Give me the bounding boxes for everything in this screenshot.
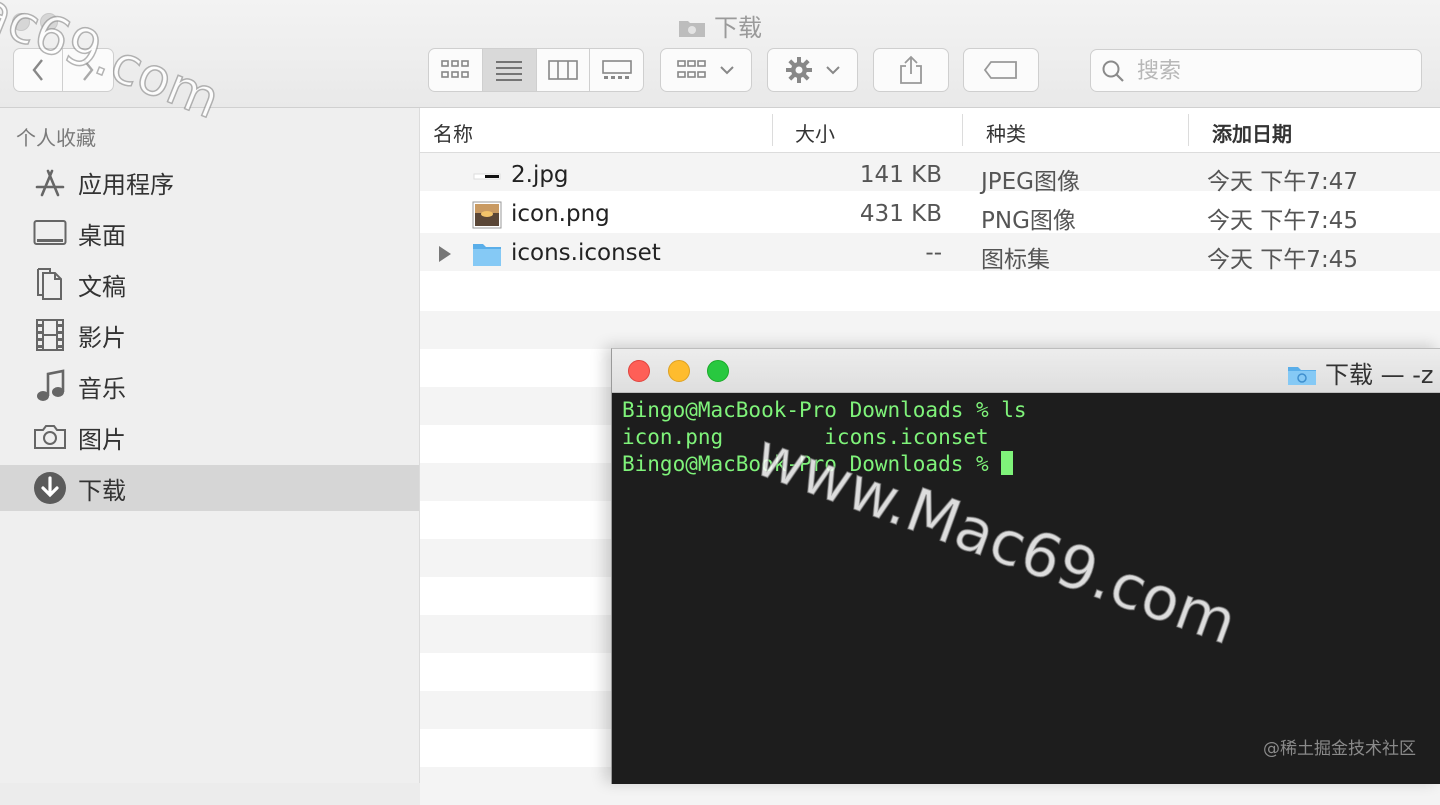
file-kind: JPEG图像 [981, 169, 1081, 195]
terminal-line: Bingo@MacBook-Pro Downloads % ls [622, 398, 1027, 422]
share-icon [900, 55, 922, 84]
sidebar-item-label: 文稿 [78, 272, 126, 301]
terminal-titlebar[interactable]: 下载 — -z [612, 349, 1440, 393]
grid-icon [677, 60, 706, 78]
zoom-button[interactable] [707, 360, 729, 382]
credit-watermark: @稀土掘金技术社区 [1263, 739, 1416, 759]
forward-button[interactable] [63, 48, 114, 92]
column-divider[interactable] [1188, 114, 1189, 146]
sidebar-item-movies[interactable]: 影片 [0, 312, 419, 358]
search-field[interactable] [1090, 49, 1422, 92]
column-divider[interactable] [772, 114, 773, 146]
text-cursor [1001, 451, 1014, 475]
image-file-icon [473, 173, 501, 180]
file-date-added: 今天 下午7:45 [1207, 208, 1358, 234]
terminal-output[interactable]: Bingo@MacBook-Pro Downloads % ls icon.png… [622, 397, 1027, 478]
sidebar-item-pictures[interactable]: 图片 [0, 414, 419, 460]
disclosure-triangle-icon[interactable] [437, 245, 453, 263]
column-header-kind[interactable]: 种类 [986, 118, 1026, 147]
sidebar-item-label: 桌面 [78, 221, 126, 250]
sidebar-item-label: 影片 [78, 323, 126, 352]
minimize-button[interactable] [668, 360, 690, 382]
view-mode-control [428, 48, 644, 92]
list-icon [496, 61, 523, 81]
close-button[interactable] [628, 360, 650, 382]
window-title-text: 下载 [714, 14, 762, 42]
sidebar-item-documents[interactable]: 文稿 [0, 261, 419, 307]
column-view-button[interactable] [537, 49, 591, 91]
column-header-date-added[interactable]: 添加日期 [1212, 118, 1292, 147]
chevron-right-icon [83, 59, 94, 81]
music-icon [33, 369, 67, 403]
gallery-view-button[interactable] [590, 49, 643, 91]
png-thumbnail-icon [472, 201, 502, 229]
folder-icon [679, 21, 705, 37]
terminal-prompt-line: Bingo@MacBook-Pro Downloads % [622, 451, 1027, 478]
column-header-name[interactable]: 名称 [433, 118, 473, 147]
gallery-icon [601, 60, 632, 79]
file-row[interactable]: icons.iconset -- 图标集 今天 下午7:45 [420, 235, 1440, 274]
sidebar-item-label: 图片 [78, 425, 126, 454]
column-header-size[interactable]: 大小 [795, 118, 835, 147]
downloads-icon [33, 471, 67, 505]
terminal-window[interactable]: 下载 — -z Bingo@MacBook-Pro Downloads % ls… [611, 348, 1440, 784]
columns-icon [548, 60, 578, 80]
file-name: 2.jpg [511, 162, 569, 188]
folder-icon [1288, 367, 1316, 385]
file-date-added: 今天 下午7:47 [1207, 169, 1358, 195]
terminal-title-text: 下载 — -z [1325, 361, 1434, 389]
sidebar-item-label: 下载 [78, 476, 126, 505]
search-input[interactable] [1135, 56, 1409, 86]
file-size: 141 KB [859, 162, 942, 188]
file-kind: 图标集 [981, 247, 1050, 273]
gear-icon [785, 57, 812, 83]
list-stripe [420, 311, 1440, 349]
icon-view-button[interactable] [429, 49, 483, 91]
file-name: icon.png [511, 201, 610, 227]
terminal-line: icon.png icons.iconset [622, 425, 989, 449]
share-button[interactable] [873, 48, 949, 92]
column-divider[interactable] [962, 114, 963, 146]
chevron-down-icon [720, 66, 734, 75]
tag-icon [983, 61, 1017, 79]
file-name: icons.iconset [511, 240, 661, 266]
list-view-button[interactable] [482, 49, 537, 91]
finder-toolbar: 下载 [0, 0, 1440, 108]
back-button[interactable] [13, 48, 63, 92]
camera-icon [33, 420, 67, 454]
sidebar-item-label: 音乐 [78, 374, 126, 403]
grid-icon [441, 60, 470, 78]
sidebar-item-music[interactable]: 音乐 [0, 363, 419, 409]
file-row[interactable]: icon.png 431 KB PNG图像 今天 下午7:45 [420, 196, 1440, 235]
documents-icon [33, 267, 67, 301]
file-date-added: 今天 下午7:45 [1207, 247, 1358, 273]
file-size: 431 KB [859, 201, 942, 227]
folder-icon [473, 244, 501, 266]
sidebar-item-label: 应用程序 [78, 170, 174, 199]
applications-icon [33, 165, 67, 199]
chevron-left-icon [32, 59, 43, 81]
sidebar-item-downloads[interactable]: 下载 [0, 465, 419, 511]
action-button[interactable] [767, 48, 858, 92]
movies-icon [33, 318, 67, 352]
window-title: 下载 [0, 8, 1440, 43]
sidebar-item-applications[interactable]: 应用程序 [0, 159, 419, 205]
sidebar-heading: 个人收藏 [16, 126, 96, 150]
file-kind: PNG图像 [981, 208, 1076, 234]
terminal-title: 下载 — -z [1287, 355, 1434, 390]
sidebar-item-desktop[interactable]: 桌面 [0, 210, 419, 256]
group-by-button[interactable] [660, 48, 752, 92]
tag-button[interactable] [963, 48, 1039, 92]
terminal-line: Bingo@MacBook-Pro Downloads % [622, 452, 1002, 476]
file-row[interactable]: 2.jpg 141 KB JPEG图像 今天 下午7:47 [420, 157, 1440, 196]
desktop-icon [33, 216, 67, 250]
list-header: 名称 大小 种类 添加日期 [420, 108, 1440, 153]
file-size: -- [925, 240, 942, 266]
sidebar: 个人收藏 应用程序 桌面 文稿 影片 音乐 图片 下载 [0, 108, 420, 783]
search-icon [1102, 60, 1124, 82]
chevron-down-icon [825, 66, 840, 75]
